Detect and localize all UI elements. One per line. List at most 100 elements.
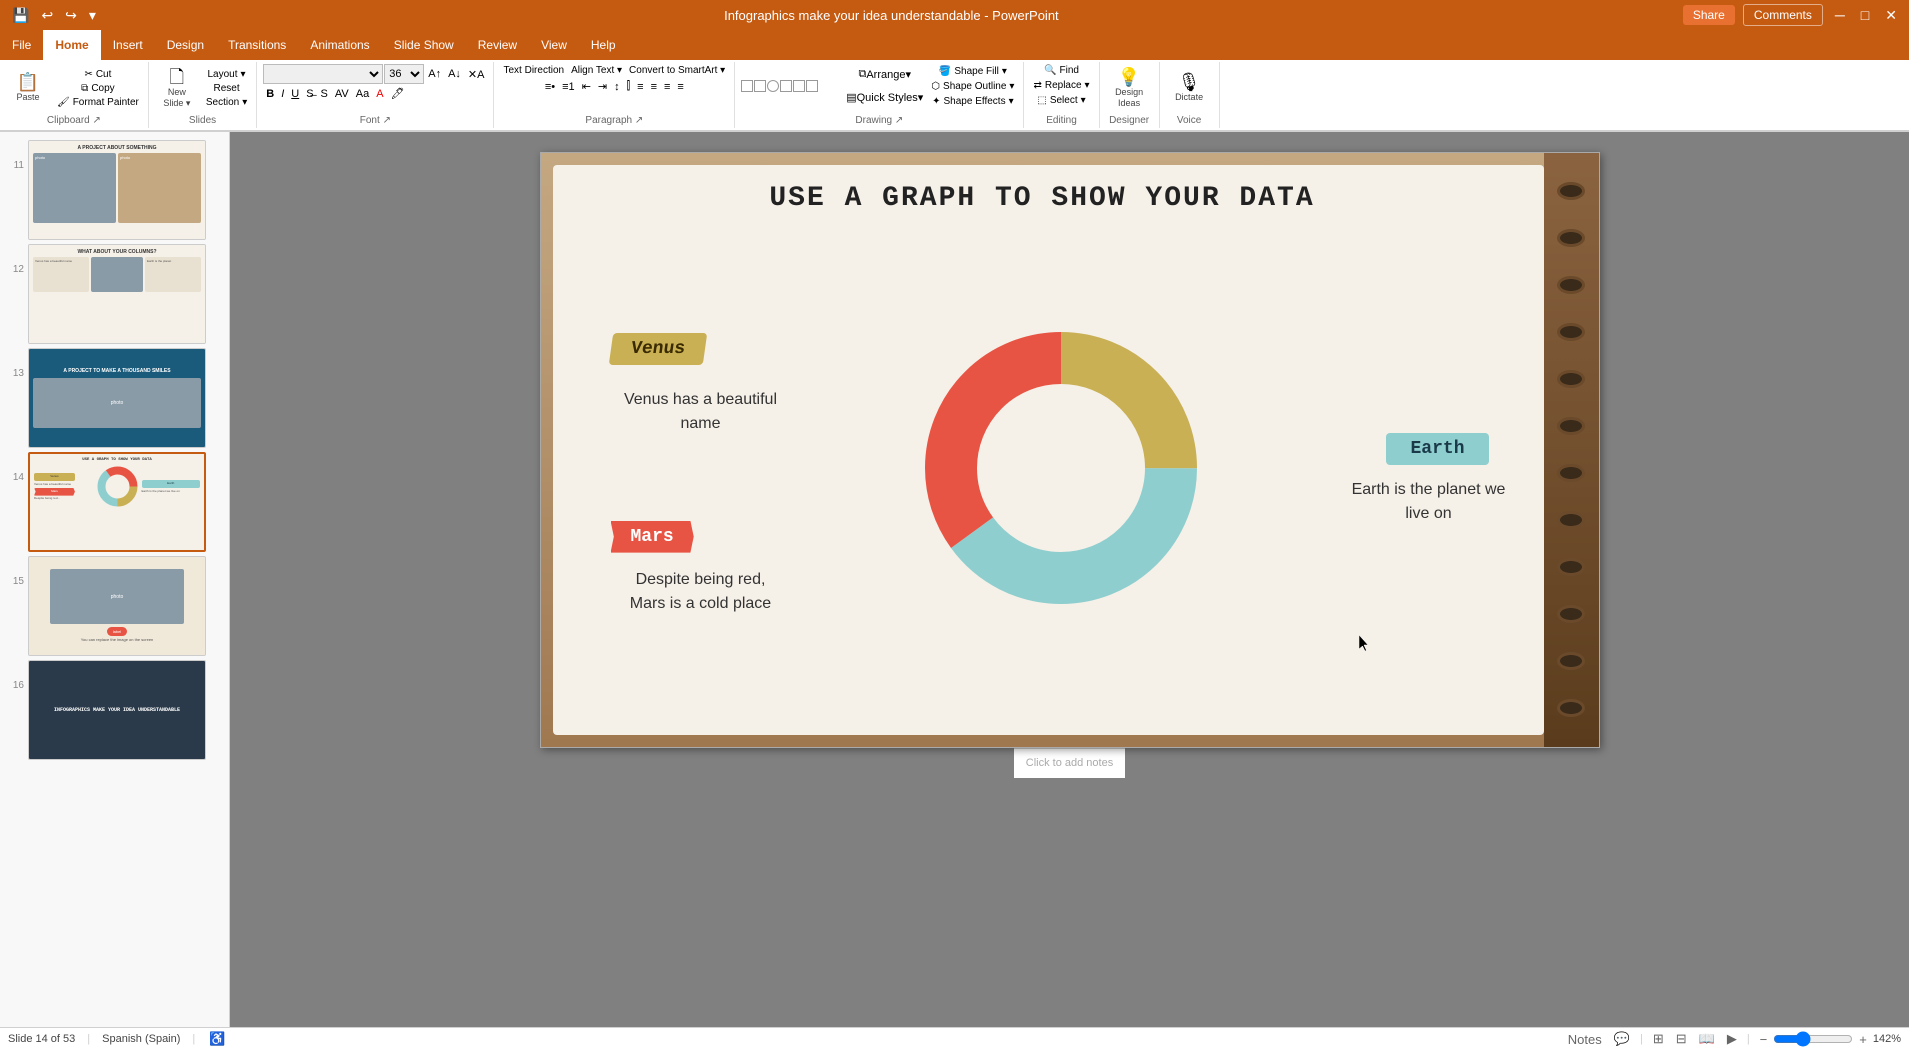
layout-button[interactable]: Layout ▾ [203,68,250,81]
venus-label[interactable]: Venus [608,333,707,365]
tab-home[interactable]: Home [43,30,100,60]
increase-font-button[interactable]: A↑ [425,67,444,81]
qat-customize-button[interactable]: ▾ [85,5,100,26]
paste-button[interactable]: 📋 Paste [6,69,50,107]
char-spacing-button[interactable]: AV [332,87,352,101]
accessibility-button[interactable]: ♿ [207,1029,227,1049]
tab-transitions[interactable]: Transitions [216,30,298,60]
shape-outline-button[interactable]: ⬡ Shape Outline ▾ [928,80,1017,93]
redo-button[interactable]: ↪ [61,5,81,26]
columns-button[interactable]: ⫿ [624,79,634,94]
font-size-select[interactable]: 36 [384,64,424,84]
shape-fill-button[interactable]: 🪣 Shape Fill ▾ [928,65,1017,78]
format-painter-button[interactable]: 🖌 Format Painter [54,96,142,109]
tab-file[interactable]: File [0,30,43,60]
line-spacing-button[interactable]: ↕ [611,80,623,94]
numbering-button[interactable]: ≡1 [559,80,578,94]
highlight-button[interactable]: 🖊 [388,86,408,101]
tab-insert[interactable]: Insert [101,30,155,60]
shape-item[interactable] [780,80,792,92]
copy-button[interactable]: ⧉ Copy [54,82,142,95]
slide-thumb-14[interactable]: 14 USE A GRAPH TO SHOW YOUR DATA Venus V… [4,452,225,552]
slideshow-button[interactable]: ▶ [1725,1029,1739,1049]
normal-view-button[interactable]: ⊞ [1651,1029,1666,1049]
shadow-button[interactable]: S [318,87,331,101]
share-button[interactable]: Share [1683,5,1735,25]
convert-smartart-button[interactable]: Convert to SmartArt ▾ [626,64,728,77]
tab-review[interactable]: Review [466,30,529,60]
clear-format-button[interactable]: ✕A [465,67,488,82]
save-button[interactable]: 💾 [8,5,33,26]
find-button[interactable]: 🔍 Find [1041,64,1082,77]
dictate-button[interactable]: 🎙 Dictate [1167,69,1211,107]
earth-text[interactable]: Earth is the planet we live on [1339,478,1519,526]
font-expand-icon[interactable]: ↗ [383,115,391,126]
strikethrough-button[interactable]: S̶ [303,87,316,101]
tab-help[interactable]: Help [579,30,628,60]
comments-button[interactable]: Comments [1743,4,1823,26]
notes-status-button[interactable]: Notes [1566,1030,1604,1049]
arrange-button[interactable]: ⧉ Arrange ▾ [842,64,927,85]
shape-item[interactable] [754,80,766,92]
slide-thumb-15[interactable]: 15 photo label You can replace the image… [4,556,225,656]
reset-button[interactable]: Reset [203,82,250,95]
minimize-button[interactable]: ─ [1831,5,1849,25]
shape-item[interactable] [793,80,805,92]
align-left-button[interactable]: ≡ [634,80,646,94]
slide-thumb-16[interactable]: 16 INFOGRAPHICS MAKE YOUR IDEA UNDERSTAN… [4,660,225,760]
change-case-button[interactable]: Aa [353,87,372,101]
earth-label[interactable]: Earth [1386,433,1488,465]
replace-button[interactable]: ⇄ Replace ▾ [1030,79,1092,92]
comments-status-button[interactable]: 💬 [1612,1029,1632,1049]
mars-text[interactable]: Despite being red, Mars is a cold place [621,568,781,616]
design-ideas-button[interactable]: 💡 DesignIdeas [1107,64,1151,113]
slide-thumb-11[interactable]: 11 A PROJECT ABOUT SOMETHING photo photo [4,140,225,240]
paragraph-expand-icon[interactable]: ↗ [635,115,643,126]
zoom-out-button[interactable]: − [1758,1030,1770,1049]
venus-text[interactable]: Venus has a beautiful name [621,388,781,436]
drawing-expand-icon[interactable]: ↗ [895,115,903,126]
slide-title[interactable]: USE A GRAPH TO SHOW YOUR DATA [541,183,1544,214]
shape-item[interactable] [741,80,753,92]
slide-thumb-13[interactable]: 13 A PROJECT TO MAKE A THOUSAND SMILES p… [4,348,225,448]
maximize-button[interactable]: □ [1857,5,1873,25]
text-direction-button[interactable]: Text Direction [500,64,567,77]
decrease-font-button[interactable]: A↓ [445,67,464,81]
tab-view[interactable]: View [529,30,579,60]
bullets-button[interactable]: ≡• [542,80,558,94]
align-center-button[interactable]: ≡ [648,80,660,94]
quick-styles-button[interactable]: ▤ Quick Styles ▾ [842,87,927,108]
shape-item[interactable] [767,80,779,92]
notes-area[interactable]: Click to add notes [1014,748,1125,778]
section-button[interactable]: Section ▾ [203,96,250,109]
slide-thumb-12[interactable]: 12 WHAT ABOUT YOUR COLUMNS? Venus has a … [4,244,225,344]
reading-view-button[interactable]: 📖 [1697,1029,1717,1049]
align-right-button[interactable]: ≡ [661,80,673,94]
cut-button[interactable]: ✂ Cut [54,68,142,81]
close-button[interactable]: ✕ [1881,5,1901,26]
shape-item[interactable] [806,80,818,92]
mars-label[interactable]: Mars [611,521,694,553]
zoom-in-button[interactable]: + [1857,1030,1869,1049]
font-color-button[interactable]: A [373,87,386,101]
underline-button[interactable]: U [288,87,302,101]
undo-button[interactable]: ↩ [37,5,57,26]
bold-button[interactable]: B [263,87,277,101]
slide-canvas[interactable]: USE A GRAPH TO SHOW YOUR DATA Venus Venu… [540,152,1600,748]
increase-indent-button[interactable]: ⇥ [595,79,610,94]
new-slide-button[interactable]: 🗋 NewSlide ▾ [155,64,199,113]
select-button[interactable]: ⬚ Select ▾ [1034,94,1088,107]
tab-slideshow[interactable]: Slide Show [382,30,466,60]
shape-effects-button[interactable]: ✦ Shape Effects ▾ [928,95,1017,108]
align-text-button[interactable]: Align Text ▾ [568,64,625,77]
italic-button[interactable]: I [278,87,287,101]
clipboard-expand-icon[interactable]: ↗ [93,115,101,126]
donut-chart[interactable] [901,308,1221,628]
tab-animations[interactable]: Animations [298,30,381,60]
decrease-indent-button[interactable]: ⇤ [579,79,594,94]
tab-design[interactable]: Design [155,30,216,60]
zoom-slider[interactable] [1773,1031,1853,1047]
slide-sorter-button[interactable]: ⊟ [1674,1029,1689,1049]
font-family-select[interactable] [263,64,383,84]
justify-button[interactable]: ≡ [674,80,686,94]
